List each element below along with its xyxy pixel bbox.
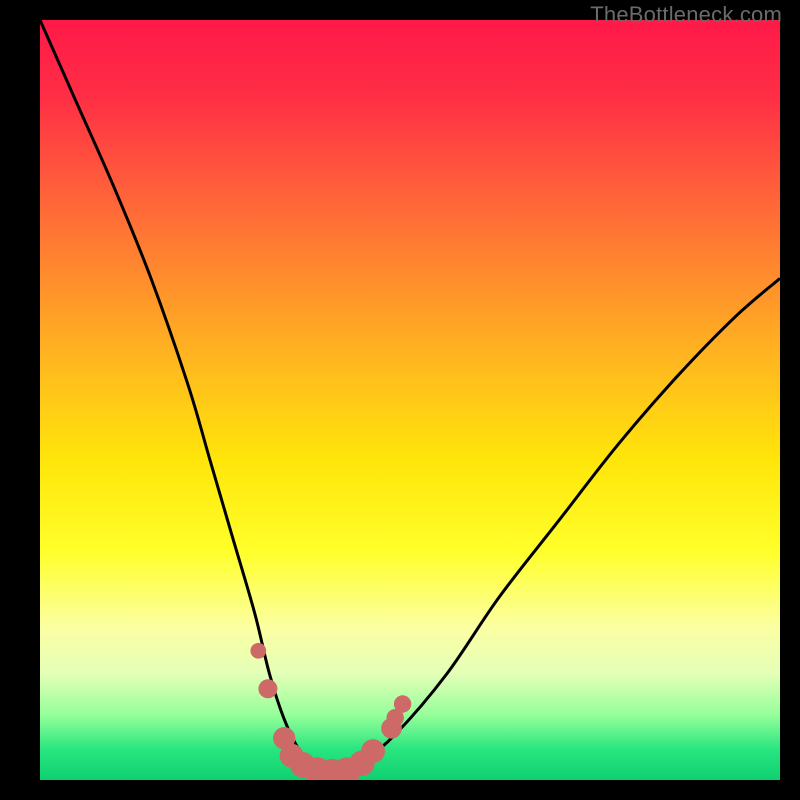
curve-marker: [361, 739, 385, 763]
watermark-text: TheBottleneck.com: [590, 2, 782, 28]
curve-marker: [394, 695, 411, 712]
plot-area: [40, 20, 780, 780]
curve-marker: [250, 643, 266, 659]
curve-marker: [258, 679, 277, 698]
bottleneck-chart: [40, 20, 780, 780]
gradient-background: [40, 20, 780, 780]
chart-frame: TheBottleneck.com: [0, 0, 800, 800]
